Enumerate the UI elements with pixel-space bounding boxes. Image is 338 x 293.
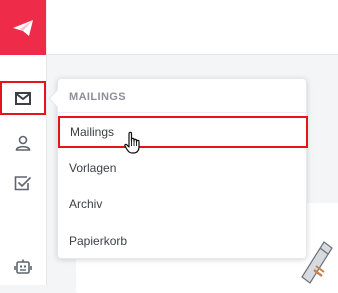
menu-pointer (48, 89, 67, 108)
envelope-icon (15, 91, 31, 105)
hand-pointer-icon (124, 131, 140, 154)
user-icon (15, 135, 31, 151)
sidebar-item-tasks[interactable] (0, 166, 46, 200)
menu-item-mailings[interactable]: Mailings (58, 116, 308, 148)
menu-header: MAILINGS (69, 91, 126, 103)
menu-item-label: Papierkorb (69, 234, 128, 248)
checkbox-icon (14, 176, 32, 191)
logo[interactable] (0, 0, 46, 55)
menu-item-label: Archiv (69, 197, 103, 211)
robot-icon (14, 259, 32, 274)
menu-item-vorlagen[interactable]: Vorlagen (58, 152, 306, 184)
sidebar-item-automation[interactable] (0, 250, 46, 284)
sidebar-item-mailings[interactable] (0, 81, 46, 115)
menu-item-label: Vorlagen (69, 161, 117, 175)
menu-item-archiv[interactable]: Archiv (58, 188, 306, 220)
top-bar (47, 0, 338, 55)
menu-divider (58, 112, 306, 113)
paper-plane-icon (13, 19, 33, 36)
mailings-dropdown-menu: MAILINGS Mailings Vorlagen Archiv Papier… (48, 78, 308, 259)
sidebar (0, 0, 47, 285)
menu-item-papierkorb[interactable]: Papierkorb (58, 225, 306, 257)
menu-item-label: Mailings (70, 125, 115, 139)
pen-illustration (301, 241, 333, 284)
sidebar-item-contacts[interactable] (0, 126, 46, 160)
